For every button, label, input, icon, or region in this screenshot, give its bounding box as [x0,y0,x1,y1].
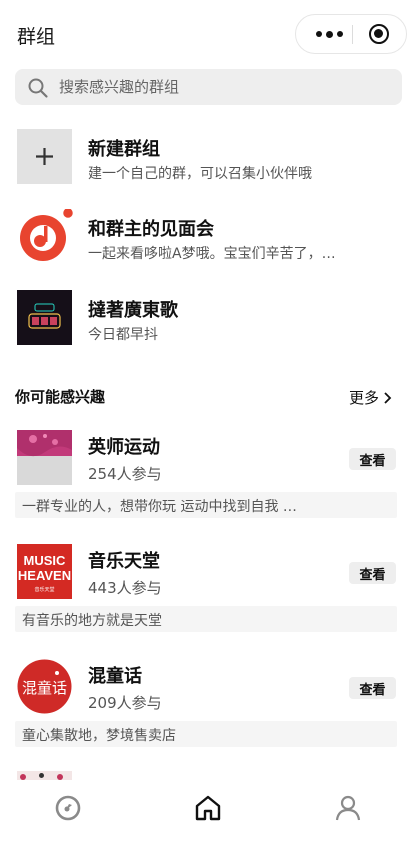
recommend-item[interactable]: 混童话 混童话 209人参与 查看 童心集散地，梦境售卖店 [0,659,417,763]
dot-icon [325,30,333,38]
music-note-icon [17,206,75,264]
top-bar: 群组 [0,0,417,66]
section-title: 你可能感兴趣 [15,388,106,406]
group-intro: 童心集散地，梦境售卖店 [15,721,397,747]
create-group-item[interactable]: 新建群组 建一个自己的群，可以召集小伙伴哦 [0,129,417,199]
logo-text-line2: HEAVEN [18,568,71,583]
logo-text: 混童话 [22,679,67,697]
dot-icon [315,31,322,37]
search-icon [28,78,48,98]
music-heaven-logo: MUSIC HEAVEN 音乐天堂 [17,544,72,599]
member-count: 443人参与 [88,579,162,597]
group-name: 撻著廣東歌 [88,300,178,321]
group-avatar [17,430,72,485]
home-icon [195,795,221,821]
group-avatar [17,771,72,780]
recommend-item[interactable]: 英师运动 254人参与 查看 一群专业的人，想带你玩 运动中找到自我 … [0,430,417,534]
mini-program-capsule [295,14,407,54]
dot-icon [336,31,343,37]
group-intro: 一群专业的人，想带你玩 运动中找到自我 … [15,492,397,518]
fairy-tale-logo: 混童话 [17,659,72,714]
view-button[interactable]: 查看 [349,448,396,470]
group-name: 音乐天堂 [88,551,160,572]
page-title: 群组 [17,26,56,48]
tab-discover[interactable] [53,793,83,823]
capsule-divider [352,25,353,44]
group-desc: 今日都早抖 [88,327,158,343]
group-name: 新建群组 [88,139,160,160]
group-name: 英师运动 [88,437,160,458]
member-count: 209人参与 [88,694,162,712]
search-bar[interactable] [15,69,402,105]
more-link[interactable]: 更多 [349,387,392,408]
member-count: 254人参与 [88,465,162,483]
tab-profile[interactable] [333,793,363,823]
close-target-icon[interactable] [369,24,389,44]
view-button[interactable]: 查看 [349,562,396,584]
chevron-right-icon [384,391,392,404]
group-name: 混童话 [88,666,142,687]
view-button[interactable]: 查看 [349,677,396,699]
group-item[interactable]: 和群主的见面会 一起来看哆啦A梦哦。宝宝们辛苦了，… [0,206,417,279]
neon-sign-thumb [17,290,72,345]
search-input[interactable] [59,69,389,105]
bottom-tab-bar [0,780,417,848]
group-intro: 有音乐的地方就是天堂 [15,606,397,632]
more-options-button[interactable] [306,15,352,53]
logo-text-line3: 音乐天堂 [34,586,54,593]
group-desc: 建一个自己的群，可以召集小伙伴哦 [88,166,312,182]
user-icon [335,795,361,821]
more-label: 更多 [349,389,380,407]
group-desc: 一起来看哆啦A梦哦。宝宝们辛苦了，… [88,246,336,262]
plus-icon [17,129,72,184]
logo-text-line1: MUSIC [24,553,67,568]
compass-icon [55,795,81,821]
group-item[interactable]: 撻著廣東歌 今日都早抖 [0,290,417,360]
partial-list-item [0,769,417,780]
tab-home[interactable] [193,793,223,823]
recommend-item[interactable]: MUSIC HEAVEN 音乐天堂 音乐天堂 443人参与 查看 有音乐的地方就… [0,544,417,648]
group-name: 和群主的见面会 [88,219,214,240]
